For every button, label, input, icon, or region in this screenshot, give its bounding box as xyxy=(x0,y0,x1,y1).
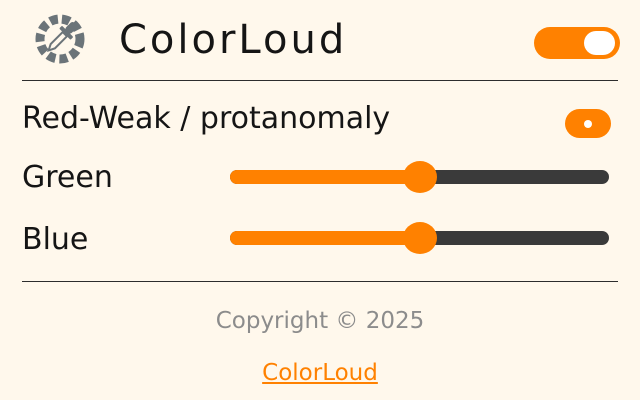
header: ColorLoud xyxy=(22,12,620,72)
color-dropper-logo-icon xyxy=(22,14,98,64)
radio-dot xyxy=(584,120,592,128)
green-label: Green xyxy=(22,160,113,195)
green-slider-fill xyxy=(230,170,420,184)
app-title: ColorLoud xyxy=(119,17,348,63)
colorloud-popup: ColorLoud Red-Weak / protanomaly Green B… xyxy=(0,0,640,400)
colorloud-link[interactable]: ColorLoud xyxy=(0,358,640,388)
blue-slider-fill xyxy=(230,231,420,245)
enable-toggle[interactable] xyxy=(534,27,620,59)
blue-slider-thumb[interactable] xyxy=(402,222,437,254)
green-slider[interactable] xyxy=(230,157,609,197)
divider-bottom xyxy=(22,281,618,282)
filter-mode-radio[interactable] xyxy=(565,109,611,138)
copyright-text: Copyright © 2025 xyxy=(215,308,425,334)
divider-top xyxy=(22,80,618,81)
blue-label: Blue xyxy=(22,222,89,257)
green-slider-thumb[interactable] xyxy=(402,161,437,193)
toggle-knob xyxy=(584,31,615,55)
filter-mode-label: Red-Weak / protanomaly xyxy=(22,101,391,136)
blue-slider[interactable] xyxy=(230,218,609,258)
